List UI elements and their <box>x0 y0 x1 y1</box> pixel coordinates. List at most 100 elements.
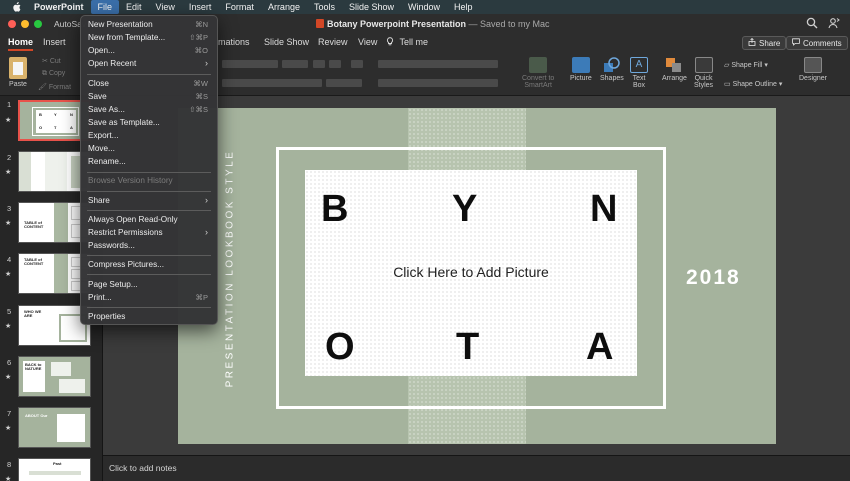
paste-label: Paste <box>9 81 27 88</box>
shape-outline-button[interactable]: ▭ Shape Outline ▾ <box>724 80 782 88</box>
menu-item-save-as[interactable]: Save As... ⇧⌘S <box>81 104 217 117</box>
menu-tools[interactable]: Tools <box>307 0 342 14</box>
menu-item-save[interactable]: Save ⌘S <box>81 91 217 104</box>
picture-label: Picture <box>570 75 592 82</box>
comments-button[interactable]: Comments <box>786 36 848 50</box>
menu-item-compress-pictures[interactable]: Compress Pictures... <box>81 259 217 272</box>
tell-me-search[interactable]: Tell me <box>386 37 428 47</box>
thumb-letter: O <box>39 125 43 130</box>
menu-item-restrict-permissions[interactable]: Restrict Permissions › <box>81 227 217 240</box>
paste-button[interactable]: Paste <box>9 57 27 88</box>
menu-arrange[interactable]: Arrange <box>261 0 307 14</box>
menu-item-passwords[interactable]: Passwords... <box>81 240 217 253</box>
animation-star-icon: ★ <box>5 374 12 381</box>
menu-item-close[interactable]: Close ⌘W <box>81 78 217 91</box>
menu-item-move[interactable]: Move... <box>81 143 217 156</box>
copy-button[interactable]: ⧉ Copy <box>42 70 65 78</box>
format-painter-button[interactable]: 🖌 Format <box>38 83 71 91</box>
comments-label: Comments <box>803 38 842 48</box>
slide-letter[interactable]: B <box>321 190 348 228</box>
tell-me-label: Tell me <box>399 37 429 47</box>
tab-view[interactable]: View <box>358 37 377 47</box>
font-style-controls[interactable] <box>222 79 322 87</box>
menu-file[interactable]: File <box>90 0 120 14</box>
pen-outline-icon: ▭ <box>724 81 731 88</box>
thumb-title: Past <box>53 461 62 466</box>
shape-fill-button[interactable]: ▱ Shape Fill ▾ <box>724 61 768 69</box>
menu-item-open[interactable]: Open... ⌘O <box>81 45 217 58</box>
shapes-button[interactable]: Shapes <box>600 57 624 82</box>
thumb-letter: N <box>70 112 73 117</box>
menu-format[interactable]: Format <box>218 0 261 14</box>
animation-star-icon: ★ <box>5 271 12 278</box>
decrease-font-icon[interactable] <box>329 60 341 68</box>
slide-year[interactable]: 2018 <box>686 266 741 290</box>
designer-icon <box>804 57 822 73</box>
minimize-window-button[interactable] <box>21 20 29 28</box>
menu-window[interactable]: Window <box>401 0 447 14</box>
convert-smartart-button[interactable]: Convert to SmartArt <box>522 57 554 89</box>
arrange-button[interactable]: Arrange <box>662 57 687 82</box>
menu-item-share[interactable]: Share › <box>81 195 217 208</box>
slide-letter[interactable]: A <box>586 328 613 366</box>
menu-insert[interactable]: Insert <box>182 0 219 14</box>
chevron-right-icon: › <box>205 195 208 205</box>
slide-number: 7 <box>7 409 12 418</box>
menu-item-print[interactable]: Print... ⌘P <box>81 292 217 305</box>
tab-animations[interactable]: mations <box>218 37 250 47</box>
font-color-controls[interactable] <box>326 79 362 87</box>
increase-font-icon[interactable] <box>313 60 325 68</box>
menu-item-new-presentation[interactable]: New Presentation ⌘N <box>81 19 217 32</box>
clear-format-icon[interactable] <box>351 60 363 68</box>
tab-insert[interactable]: Insert <box>43 37 66 47</box>
slide-letter[interactable]: T <box>456 328 479 366</box>
tab-review[interactable]: Review <box>318 37 348 47</box>
slide-thumbnail-7[interactable]: ABOUT Our <box>18 407 91 448</box>
document-title[interactable]: Botany Powerpoint Presentation — Saved t… <box>316 19 550 29</box>
font-size-select[interactable] <box>282 60 308 68</box>
designer-button[interactable]: Designer <box>799 57 827 82</box>
menu-item-rename[interactable]: Rename... <box>81 156 217 169</box>
search-icon[interactable] <box>806 17 818 29</box>
menu-item-always-open-read-only[interactable]: Always Open Read-Only <box>81 214 217 227</box>
thumb-title: TABLE of CONTENT <box>24 257 44 266</box>
person-share-icon[interactable] <box>828 17 840 29</box>
slide-thumbnail-6[interactable]: BACK to NATURE <box>18 356 91 397</box>
zoom-window-button[interactable] <box>34 20 42 28</box>
share-button[interactable]: Share <box>742 36 787 50</box>
add-picture-prompt[interactable]: Click Here to Add Picture <box>305 264 637 280</box>
font-name-select[interactable] <box>222 60 278 68</box>
tab-slide-show[interactable]: Slide Show <box>264 37 309 47</box>
animation-star-icon: ★ <box>5 169 12 176</box>
quick-styles-button[interactable]: Quick Styles <box>694 57 713 89</box>
paragraph-list-controls[interactable] <box>378 60 498 68</box>
menu-item-save-as-template[interactable]: Save as Template... <box>81 117 217 130</box>
menu-item-page-setup[interactable]: Page Setup... <box>81 279 217 292</box>
current-slide[interactable]: PRESENTATION LOOKBOOK STYLE B Y N O T A … <box>178 108 776 444</box>
shape-outline-label: Shape Outline <box>732 81 777 88</box>
notes-pane[interactable]: Click to add notes <box>103 455 850 481</box>
slide-letter[interactable]: N <box>590 190 617 228</box>
slide-letter[interactable]: Y <box>452 190 477 228</box>
menu-separator <box>87 74 211 75</box>
slide-vertical-text[interactable]: PRESENTATION LOOKBOOK STYLE <box>225 149 236 389</box>
menu-slideshow[interactable]: Slide Show <box>342 0 401 14</box>
slide-thumbnail-8[interactable]: Past <box>18 458 91 481</box>
menu-item-properties[interactable]: Properties <box>81 311 217 324</box>
text-box-button[interactable]: A Text Box <box>630 57 648 89</box>
menu-help[interactable]: Help <box>447 0 480 14</box>
slide-letter[interactable]: O <box>325 328 355 366</box>
menu-edit[interactable]: Edit <box>119 0 149 14</box>
tab-home[interactable]: Home <box>8 37 34 51</box>
close-window-button[interactable] <box>8 20 16 28</box>
cut-button[interactable]: ✂ Cut <box>42 57 61 65</box>
menu-item-open-recent[interactable]: Open Recent › <box>81 58 217 71</box>
menu-app-powerpoint[interactable]: PowerPoint <box>27 0 91 14</box>
menu-view[interactable]: View <box>149 0 182 14</box>
menu-item-new-from-template[interactable]: New from Template... ⇧⌘P <box>81 32 217 45</box>
apple-icon[interactable] <box>11 2 21 12</box>
picture-button[interactable]: Picture <box>570 57 592 82</box>
notes-placeholder[interactable]: Click to add notes <box>109 463 177 473</box>
paragraph-align-controls[interactable] <box>378 79 498 87</box>
menu-item-export[interactable]: Export... <box>81 130 217 143</box>
